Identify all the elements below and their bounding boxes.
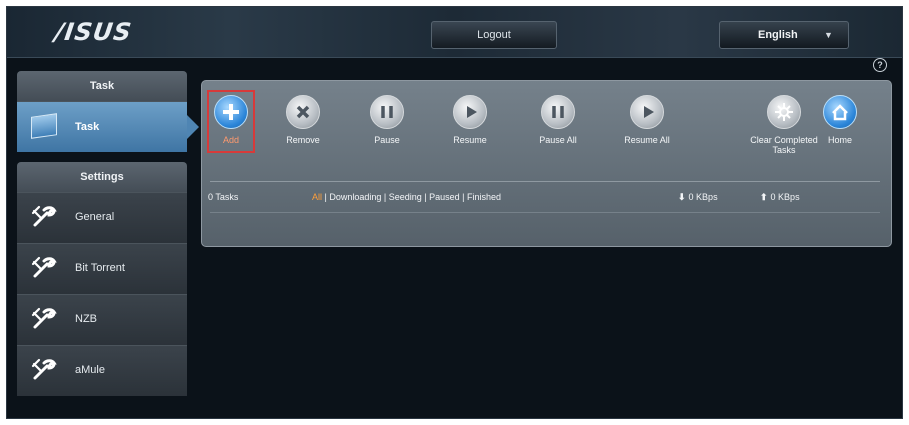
task-icon [31, 113, 57, 139]
wrench-icon [31, 256, 57, 278]
top-header: /ISUS Logout English ▼ [7, 7, 902, 58]
resume-all-button[interactable]: Resume All [612, 95, 682, 145]
upload-arrow-icon: ⬆ [760, 192, 768, 202]
sidebar-section-task: Task [17, 71, 187, 101]
pause-icon [370, 95, 404, 129]
filter-finished[interactable]: Finished [467, 192, 501, 202]
remove-icon [286, 95, 320, 129]
sidebar-section-settings: Settings [17, 162, 187, 192]
filter-downloading[interactable]: Downloading [329, 192, 381, 202]
filter-all[interactable]: All [312, 192, 322, 202]
sidebar-item-label: General [75, 211, 115, 223]
sidebar: Task Task Settings General Bit Torrent N… [17, 71, 199, 396]
wrench-icon [31, 307, 57, 329]
chevron-down-icon: ▼ [824, 30, 833, 40]
tool-label: Resume All [624, 135, 670, 145]
upload-speed: ⬆ 0 KBps [760, 192, 800, 203]
tool-label: Pause All [539, 135, 577, 145]
status-divider [210, 212, 880, 213]
download-speed: ⬇ 0 KBps [678, 192, 718, 203]
wrench-icon [31, 358, 57, 380]
sidebar-item-bit-torrent[interactable]: Bit Torrent [17, 243, 187, 294]
resume-button[interactable]: Resume [435, 95, 505, 145]
filter-separator: | [381, 192, 389, 202]
remove-button[interactable]: Remove [268, 95, 338, 145]
download-master-window: /ISUS Logout English ▼ ? Task Task Setti… [6, 6, 903, 419]
logout-button[interactable]: Logout [431, 21, 557, 49]
language-select[interactable]: English ▼ [719, 21, 849, 49]
sidebar-item-amule[interactable]: aMule [17, 345, 187, 396]
language-value: English [758, 29, 798, 41]
tool-label: Pause [374, 135, 400, 145]
download-speed-value: 0 KBps [688, 192, 718, 202]
pause-button[interactable]: Pause [352, 95, 422, 145]
tool-label: Resume [453, 135, 487, 145]
pause-all-icon [541, 95, 575, 129]
task-status-bar: 0 Tasks All | Downloading | Seeding | Pa… [208, 188, 883, 208]
sidebar-item-label: Bit Torrent [75, 262, 125, 274]
home-button[interactable]: Home [813, 95, 867, 145]
plus-icon [214, 95, 248, 129]
task-filter-bar: All | Downloading | Seeding | Paused | F… [312, 192, 501, 202]
upload-speed-value: 0 KBps [770, 192, 800, 202]
sidebar-item-label: Task [75, 121, 100, 133]
download-arrow-icon: ⬇ [678, 192, 686, 202]
filter-paused[interactable]: Paused [429, 192, 460, 202]
filter-seeding[interactable]: Seeding [389, 192, 422, 202]
tool-label: Remove [286, 135, 320, 145]
wrench-icon [31, 205, 57, 227]
asus-logo: /ISUS [53, 18, 134, 46]
sidebar-item-task[interactable]: Task [17, 101, 199, 152]
sidebar-item-nzb[interactable]: NZB [17, 294, 187, 345]
tool-label: Home [827, 135, 852, 145]
resume-all-icon [630, 95, 664, 129]
sidebar-item-label: aMule [75, 364, 105, 376]
home-icon [823, 95, 857, 129]
task-count: 0 Tasks [208, 192, 239, 202]
filter-separator: | [459, 192, 467, 202]
resume-icon [453, 95, 487, 129]
task-toolbar: Add Remove Pause Resume Pause All Resume… [202, 81, 891, 176]
task-panel: Add Remove Pause Resume Pause All Resume… [201, 80, 892, 247]
clear-completed-icon [767, 95, 801, 129]
toolbar-divider [210, 181, 880, 182]
tool-label: Add [222, 135, 239, 145]
help-icon[interactable]: ? [873, 58, 887, 72]
add-button[interactable]: Add [196, 95, 266, 145]
sidebar-item-label: NZB [75, 313, 97, 325]
pause-all-button[interactable]: Pause All [523, 95, 593, 145]
sidebar-item-general[interactable]: General [17, 192, 187, 243]
